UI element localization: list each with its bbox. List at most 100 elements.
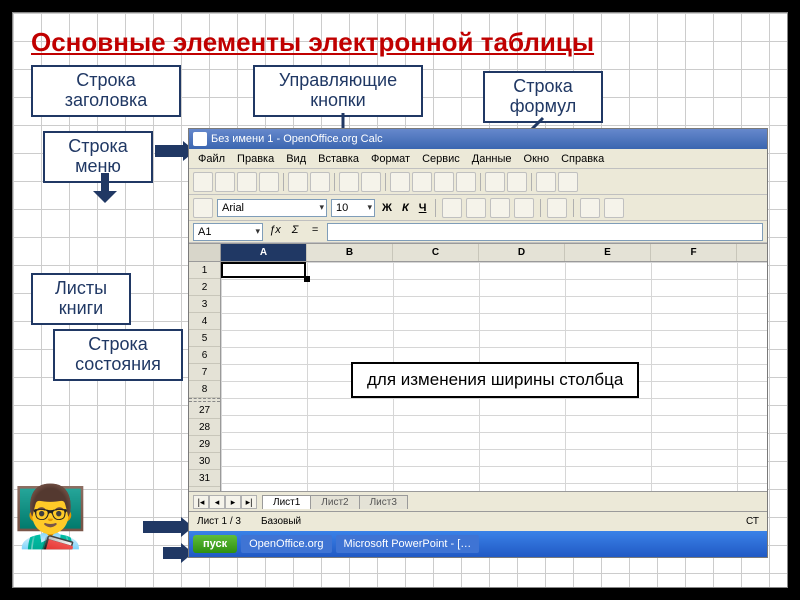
row-header[interactable]: 31 <box>189 470 220 487</box>
col-header-e[interactable]: E <box>565 244 651 261</box>
copy-icon[interactable] <box>412 172 432 192</box>
taskbar-item-openoffice[interactable]: OpenOffice.org <box>241 535 331 553</box>
toolbar-formatting: Arial 10 Ж К Ч <box>189 195 767 221</box>
slide: Основные элементы электронной таблицы Ст… <box>12 12 788 588</box>
row-header[interactable]: 27 <box>189 402 220 419</box>
tab-nav-prev[interactable]: ◂ <box>209 495 225 509</box>
select-all-corner[interactable] <box>189 244 220 262</box>
format-paint-icon[interactable] <box>456 172 476 192</box>
open-icon[interactable] <box>215 172 235 192</box>
label-menubar: Строка меню <box>43 131 153 183</box>
currency-icon[interactable] <box>580 198 600 218</box>
menu-view[interactable]: Вид <box>281 151 311 167</box>
paste-icon[interactable] <box>434 172 454 192</box>
percent-icon[interactable] <box>604 198 624 218</box>
app-icon <box>193 132 207 146</box>
row-header[interactable]: 7 <box>189 364 220 381</box>
menu-help[interactable]: Справка <box>556 151 609 167</box>
col-header-f[interactable]: F <box>651 244 737 261</box>
menu-data[interactable]: Данные <box>467 151 517 167</box>
equals-button[interactable]: = <box>307 224 323 240</box>
autospell-icon[interactable] <box>361 172 381 192</box>
row-header[interactable]: 5 <box>189 330 220 347</box>
menu-insert[interactable]: Вставка <box>313 151 364 167</box>
formula-input[interactable] <box>327 223 763 241</box>
status-std: СТ <box>746 516 759 527</box>
row-header[interactable]: 2 <box>189 279 220 296</box>
col-header-c[interactable]: C <box>393 244 479 261</box>
sheet-tab-1[interactable]: Лист1 <box>262 495 311 509</box>
font-size-combo[interactable]: 10 <box>331 199 375 217</box>
name-box[interactable]: A1 <box>193 223 263 241</box>
row-header[interactable]: 8 <box>189 381 220 398</box>
slide-title: Основные элементы электронной таблицы <box>31 27 594 58</box>
menu-tools[interactable]: Сервис <box>417 151 465 167</box>
row-header[interactable]: 6 <box>189 347 220 364</box>
tab-nav-first[interactable]: |◂ <box>193 495 209 509</box>
toolbar-standard <box>189 169 767 195</box>
row-header[interactable]: 28 <box>189 419 220 436</box>
column-headers: A B C D E F <box>221 244 767 262</box>
merge-cells-icon[interactable] <box>547 198 567 218</box>
active-cell-cursor <box>221 262 306 278</box>
taskbar-item-powerpoint[interactable]: Microsoft PowerPoint - [… <box>336 535 480 553</box>
grid-area[interactable]: 1 2 3 4 5 6 7 8 27 28 29 30 31 A B C <box>189 243 767 491</box>
col-header-a[interactable]: A <box>221 244 307 261</box>
menu-file[interactable]: Файл <box>193 151 230 167</box>
align-justify-icon[interactable] <box>514 198 534 218</box>
underline-button[interactable]: Ч <box>416 202 430 214</box>
menu-format[interactable]: Формат <box>366 151 415 167</box>
menu-window[interactable]: Окно <box>519 151 555 167</box>
sort-desc-icon[interactable] <box>558 172 578 192</box>
tab-nav-last[interactable]: ▸| <box>241 495 257 509</box>
tab-nav-next[interactable]: ▸ <box>225 495 241 509</box>
menubar[interactable]: Файл Правка Вид Вставка Формат Сервис Да… <box>189 149 767 169</box>
row-header[interactable]: 1 <box>189 262 220 279</box>
redo-icon[interactable] <box>507 172 527 192</box>
sheet-tab-3[interactable]: Лист3 <box>359 495 408 509</box>
start-button[interactable]: пуск <box>193 535 237 553</box>
fill-handle[interactable] <box>304 276 310 282</box>
menu-edit[interactable]: Правка <box>232 151 279 167</box>
col-header-b[interactable]: B <box>307 244 393 261</box>
label-formula-bar: Строка формул <box>483 71 603 123</box>
styles-icon[interactable] <box>193 198 213 218</box>
spellcheck-icon[interactable] <box>339 172 359 192</box>
sum-button[interactable]: Σ <box>287 224 303 240</box>
cell-grid[interactable]: для изменения ширины столбца <box>221 262 767 491</box>
sheet-tab-2[interactable]: Лист2 <box>310 495 359 509</box>
bold-button[interactable]: Ж <box>379 202 395 214</box>
row-headers: 1 2 3 4 5 6 7 8 27 28 29 30 31 <box>189 244 221 491</box>
italic-button[interactable]: К <box>399 202 412 214</box>
teacher-clipart: 👨‍🏫 <box>13 487 88 547</box>
align-right-icon[interactable] <box>490 198 510 218</box>
undo-icon[interactable] <box>485 172 505 192</box>
fx-button[interactable]: ƒx <box>267 224 283 240</box>
arrow-sheets <box>143 517 193 537</box>
sheet-tabs-bar: |◂ ◂ ▸ ▸| Лист1 Лист2 Лист3 <box>189 491 767 511</box>
col-header-d[interactable]: D <box>479 244 565 261</box>
row-header[interactable]: 3 <box>189 296 220 313</box>
save-icon[interactable] <box>237 172 257 192</box>
label-sheets: Листы книги <box>31 273 131 325</box>
status-bar: Лист 1 / 3 Базовый СТ <box>189 511 767 531</box>
label-titlebar: Строка заголовка <box>31 65 181 117</box>
print-icon[interactable] <box>310 172 330 192</box>
export-pdf-icon[interactable] <box>288 172 308 192</box>
sort-asc-icon[interactable] <box>536 172 556 192</box>
new-icon[interactable] <box>193 172 213 192</box>
label-control-buttons: Управляющие кнопки <box>253 65 423 117</box>
status-sheet: Лист 1 / 3 <box>197 516 241 527</box>
row-header[interactable]: 4 <box>189 313 220 330</box>
row-header[interactable]: 30 <box>189 453 220 470</box>
window-title: Без имени 1 - OpenOffice.org Calc <box>211 133 383 145</box>
align-center-icon[interactable] <box>466 198 486 218</box>
font-name-combo[interactable]: Arial <box>217 199 327 217</box>
calc-window: Без имени 1 - OpenOffice.org Calc Файл П… <box>188 128 768 558</box>
calc-titlebar: Без имени 1 - OpenOffice.org Calc <box>189 129 767 149</box>
mail-icon[interactable] <box>259 172 279 192</box>
cut-icon[interactable] <box>390 172 410 192</box>
row-header[interactable]: 29 <box>189 436 220 453</box>
annotation-column-width: для изменения ширины столбца <box>351 362 639 398</box>
align-left-icon[interactable] <box>442 198 462 218</box>
